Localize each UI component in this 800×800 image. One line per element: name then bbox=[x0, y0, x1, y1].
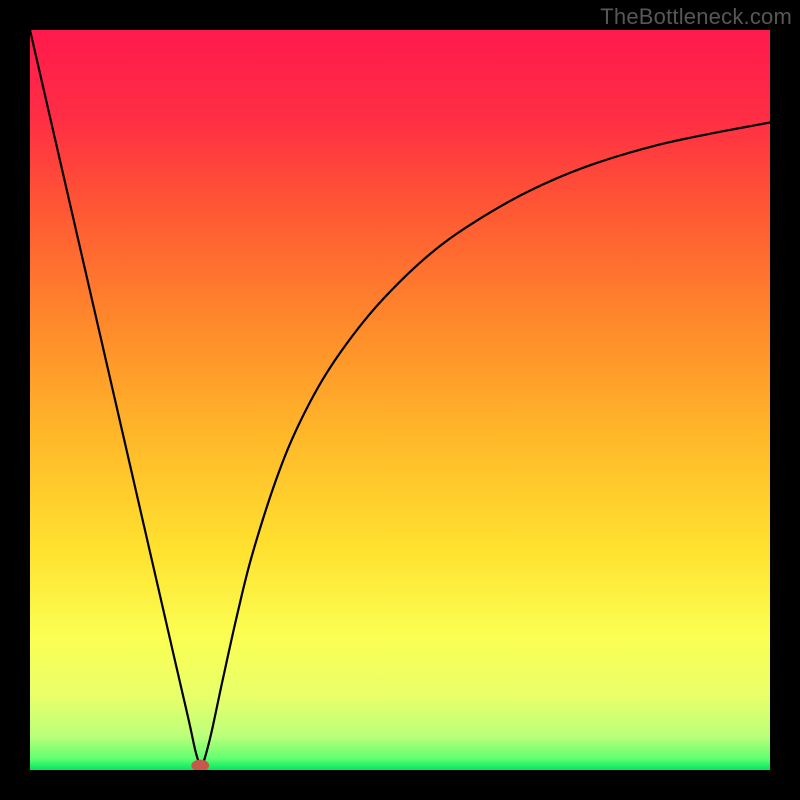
watermark-text: TheBottleneck.com bbox=[600, 4, 792, 30]
gradient-background bbox=[30, 30, 770, 770]
bottleneck-chart bbox=[30, 30, 770, 770]
chart-frame: TheBottleneck.com bbox=[0, 0, 800, 800]
